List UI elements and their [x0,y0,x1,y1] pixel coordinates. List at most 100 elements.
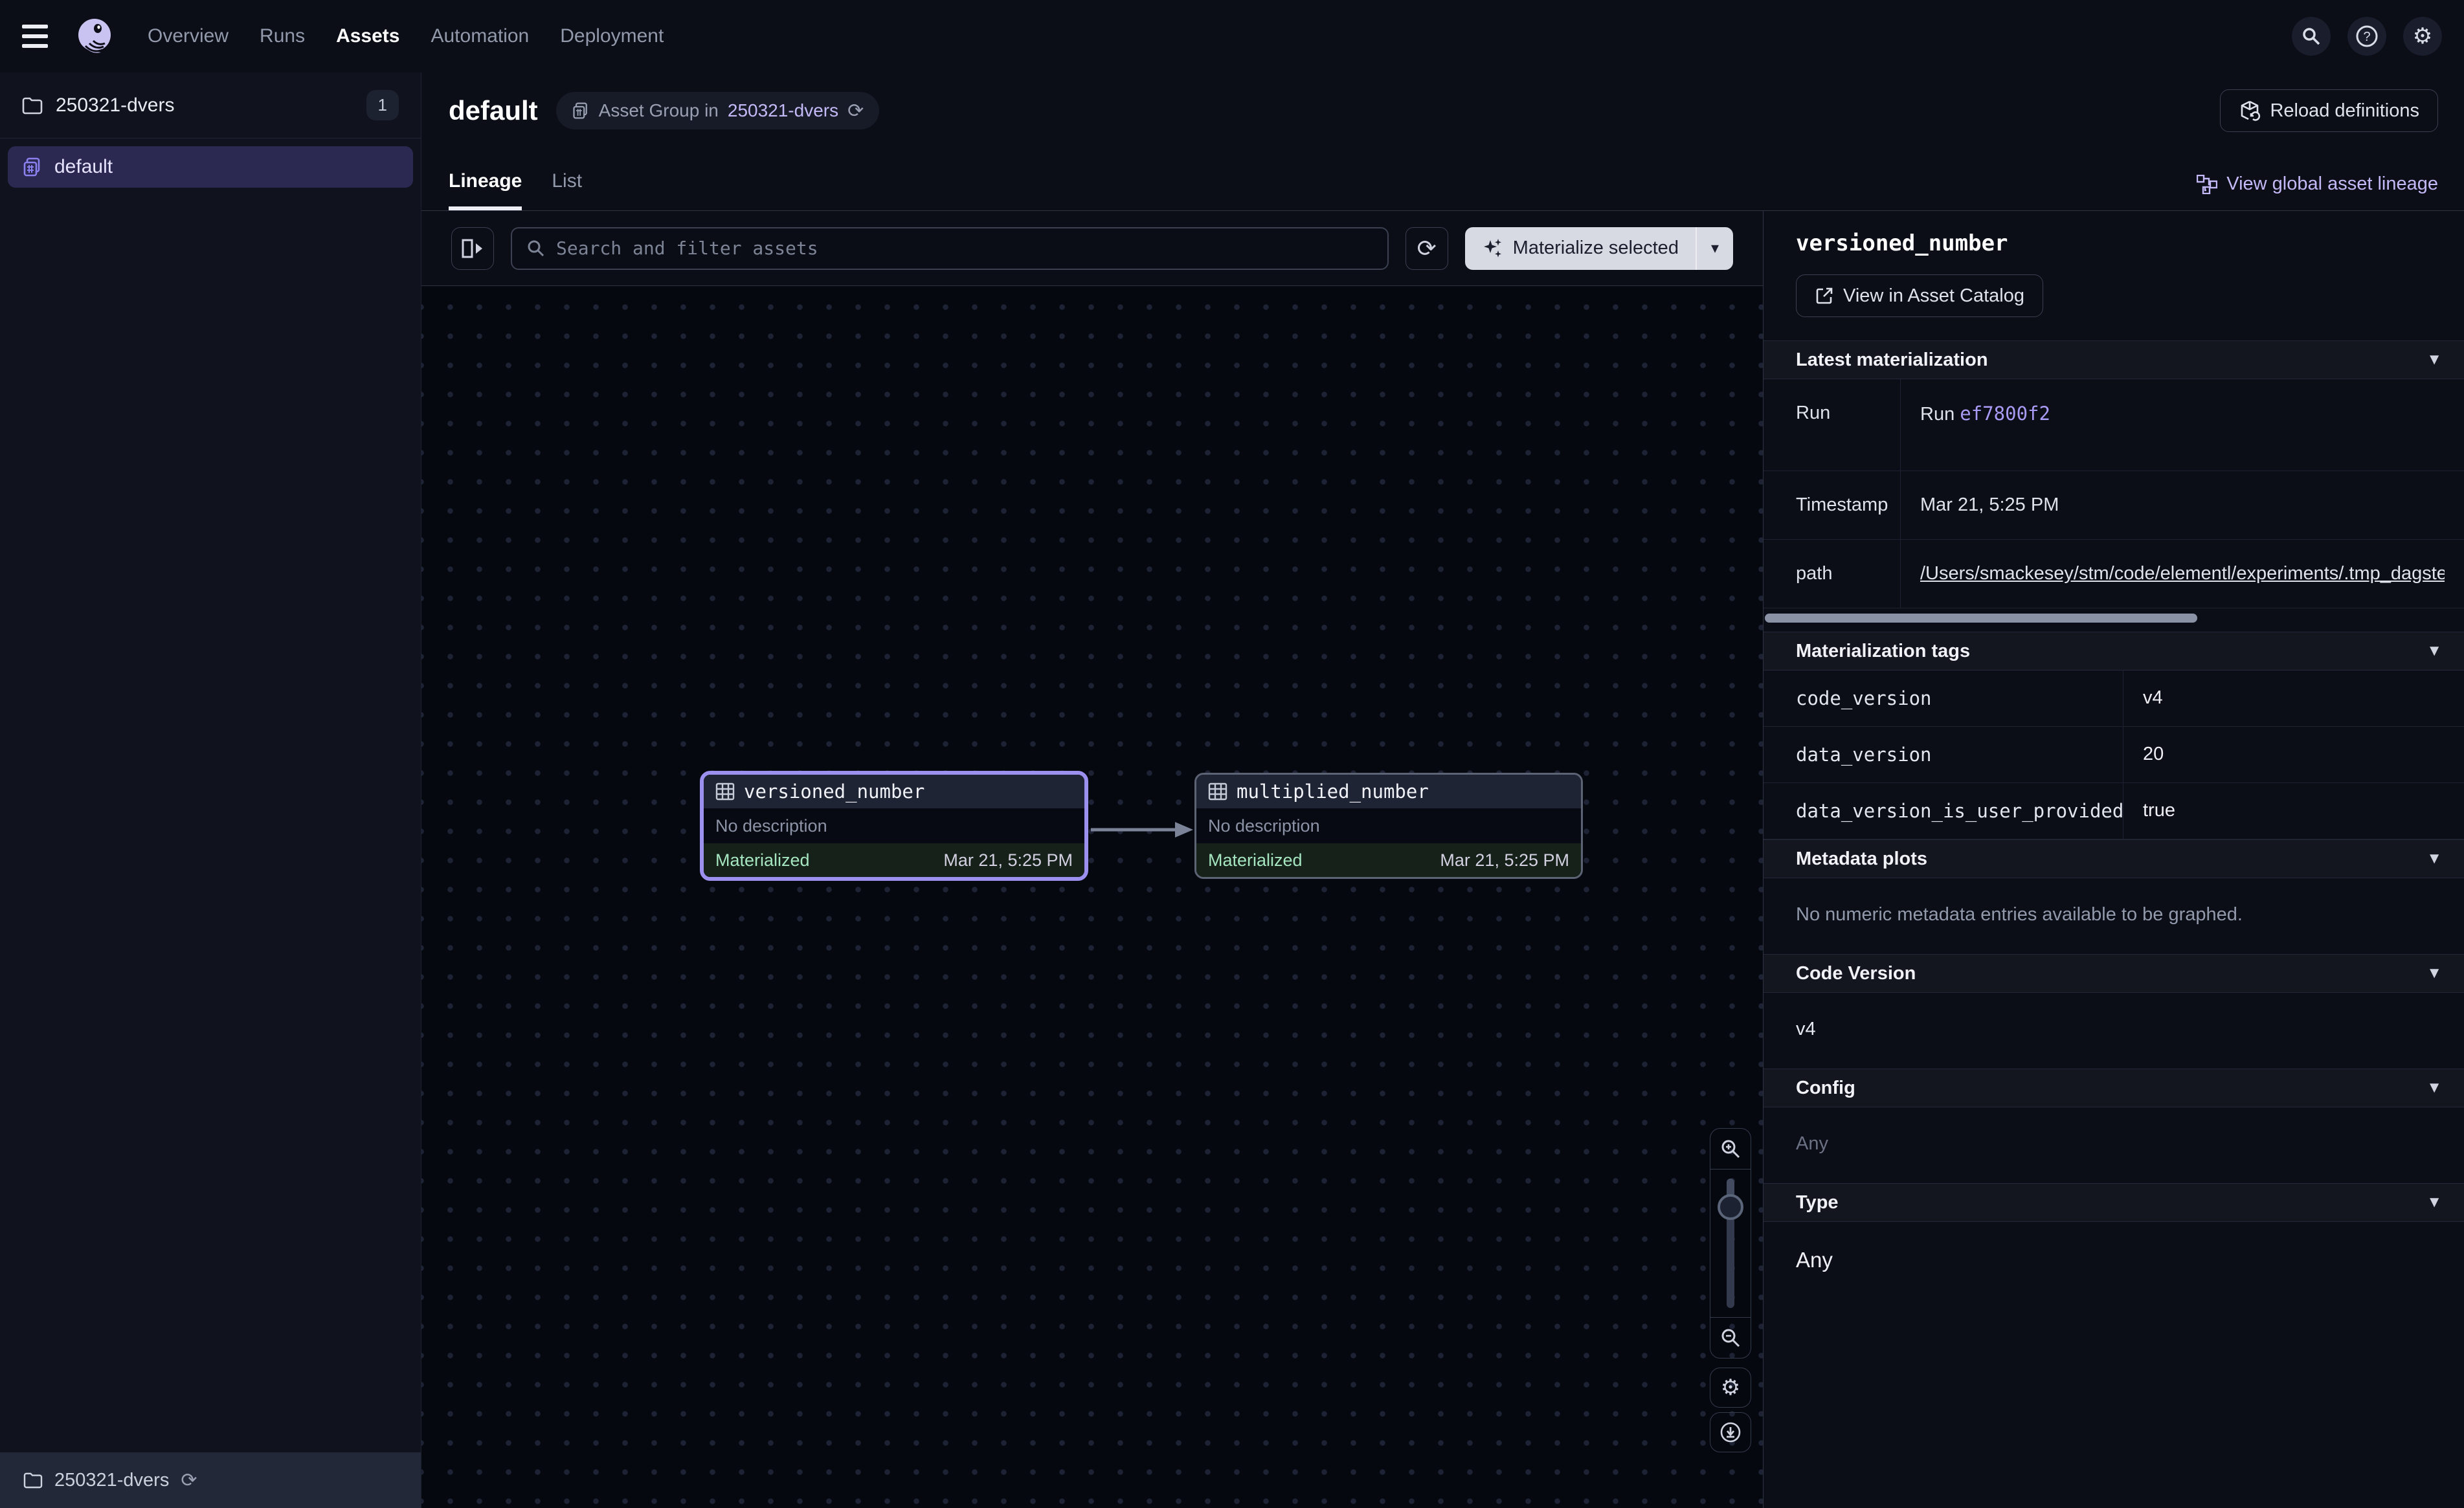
view-global-asset-lineage-label: View global asset lineage [2226,173,2438,195]
search-button[interactable] [2292,17,2331,56]
asset-group-badge[interactable]: Asset Group in 250321-dvers ⟳ [556,92,880,129]
asset-node-name: versioned_number [744,781,924,803]
row-key: Run [1764,379,1901,471]
asset-node-multiplied-number[interactable]: multiplied_number No description Materia… [1194,773,1583,879]
materialize-selected-split-button: Materialize selected ▾ [1465,227,1733,270]
latest-materialization-table: Run Run ef7800f2 Timestamp Mar 21, 5:25 … [1764,379,2464,608]
nav-item-assets[interactable]: Assets [336,25,399,47]
table-row: data_version_is_user_provided true [1764,783,2464,839]
asset-groups-sidebar: 250321-dvers 1 default 250321-dvers ⟳ [0,72,421,1508]
search-input[interactable] [556,238,1373,259]
asset-node-versioned-number[interactable]: versioned_number No description Material… [700,771,1088,881]
scrollbar-thumb[interactable] [1765,614,2197,623]
type-value: Any [1764,1222,2464,1301]
section-header-latest-materialization[interactable]: Latest materialization ▼ [1764,340,2464,379]
tag-value: true [2123,783,2464,839]
table-row: data_version 20 [1764,727,2464,783]
download-icon [1719,1421,1742,1443]
search-icon [2302,27,2321,46]
reload-definitions-icon [2239,100,2261,122]
asset-node-header: versioned_number [704,775,1084,808]
hamburger-menu-icon[interactable] [22,21,52,51]
nav-item-runs[interactable]: Runs [260,25,305,47]
table-row: Run Run ef7800f2 [1764,379,2464,471]
asset-node-status-bar: Materialized Mar 21, 5:25 PM [1196,843,1581,877]
table-row: path /Users/smackesey/stm/code/elementl/… [1764,540,2464,608]
asset-node-name: multiplied_number [1237,781,1429,803]
tag-key: code_version [1764,671,2123,726]
lineage-edge [1087,804,1198,856]
section-header-materialization-tags[interactable]: Materialization tags ▼ [1764,632,2464,671]
folder-icon [23,1472,43,1489]
zoom-out-button[interactable] [1710,1318,1751,1358]
asset-group-repo-link[interactable]: 250321-dvers [728,100,838,121]
materialize-options-caret[interactable]: ▾ [1697,239,1733,258]
materialized-status: Materialized [715,850,810,870]
sidebar-repo-row[interactable]: 250321-dvers 1 [0,72,421,139]
tag-key: data_version [1764,727,2123,782]
nav-item-overview[interactable]: Overview [148,25,229,47]
section-header-type[interactable]: Type ▼ [1764,1183,2464,1222]
config-value: Any [1764,1107,2464,1183]
view-tabs: Lineage List [449,132,582,210]
nav-item-automation[interactable]: Automation [431,25,529,47]
chevron-down-icon: ▼ [2426,642,2442,660]
sidebar-item-default-group[interactable]: default [8,146,413,188]
sidebar-footer-repo[interactable]: 250321-dvers ⟳ [0,1452,421,1508]
chevron-down-icon: ▾ [1711,239,1719,257]
view-in-asset-catalog-button[interactable]: View in Asset Catalog [1796,274,2043,317]
reload-definitions-label: Reload definitions [2270,100,2419,122]
tag-key: data_version_is_user_provided [1764,783,2123,839]
graph-settings-button[interactable]: ⚙ [1710,1368,1751,1408]
nav-item-deployment[interactable]: Deployment [560,25,664,47]
zoom-slider[interactable] [1710,1169,1751,1318]
page-title: default [449,95,538,126]
asset-node-status-bar: Materialized Mar 21, 5:25 PM [704,843,1084,877]
refresh-graph-button[interactable]: ⟳ [1406,227,1448,270]
chevron-down-icon: ▼ [2426,964,2442,982]
chevron-down-icon: ▼ [2426,351,2442,369]
gear-icon: ⚙ [2413,23,2432,49]
table-icon [1208,782,1227,801]
zoom-slider-thumb[interactable] [1718,1194,1743,1220]
reload-repo-icon[interactable]: ⟳ [181,1469,197,1492]
help-icon: ? [2355,25,2379,48]
lineage-graph-viewport[interactable]: versioned_number No description Material… [421,286,1763,1508]
zoom-in-button[interactable] [1710,1129,1751,1169]
zoom-out-icon [1720,1327,1741,1348]
path-link[interactable]: /Users/smackesey/stm/code/elementl/exper… [1920,563,2445,584]
help-button[interactable]: ? [2347,17,2386,56]
dagster-logo[interactable] [76,17,114,55]
asset-group-icon [22,157,43,177]
collapse-sidebar-button[interactable] [451,227,494,270]
materialize-selected-button[interactable]: Materialize selected [1465,238,1696,260]
horizontal-scrollbar[interactable] [1764,611,2464,625]
run-id-link[interactable]: ef7800f2 [1960,403,2050,425]
table-icon [715,782,735,801]
materialized-timestamp: Mar 21, 5:25 PM [1440,850,1569,870]
page-header: default Asset Group in 250321-dvers ⟳ Re… [421,72,2464,211]
reload-definitions-button[interactable]: Reload definitions [2220,89,2438,132]
table-row: code_version v4 [1764,671,2464,727]
tab-list[interactable]: List [552,170,582,210]
download-graph-button[interactable] [1710,1412,1751,1452]
metadata-plots-empty-state: No numeric metadata entries available to… [1764,878,2464,954]
sidebar-item-label: default [54,156,113,178]
section-title: Type [1796,1192,1839,1214]
reload-icon[interactable]: ⟳ [847,100,864,122]
tab-lineage[interactable]: Lineage [449,170,522,210]
materialized-status: Materialized [1208,850,1303,870]
chevron-down-icon: ▼ [2426,850,2442,868]
tag-value: v4 [2123,671,2464,726]
settings-button[interactable]: ⚙ [2403,17,2442,56]
section-header-metadata-plots[interactable]: Metadata plots ▼ [1764,839,2464,878]
materialized-timestamp: Mar 21, 5:25 PM [943,850,1073,870]
view-global-asset-lineage-link[interactable]: View global asset lineage [2197,173,2438,210]
section-header-config[interactable]: Config ▼ [1764,1069,2464,1107]
asset-count-badge: 1 [366,90,399,120]
view-in-asset-catalog-label: View in Asset Catalog [1843,285,2024,307]
section-header-code-version[interactable]: Code Version ▼ [1764,954,2464,993]
gear-icon: ⚙ [1721,1375,1740,1401]
row-key: Timestamp [1764,471,1901,539]
panel-toggle-icon [462,239,484,258]
